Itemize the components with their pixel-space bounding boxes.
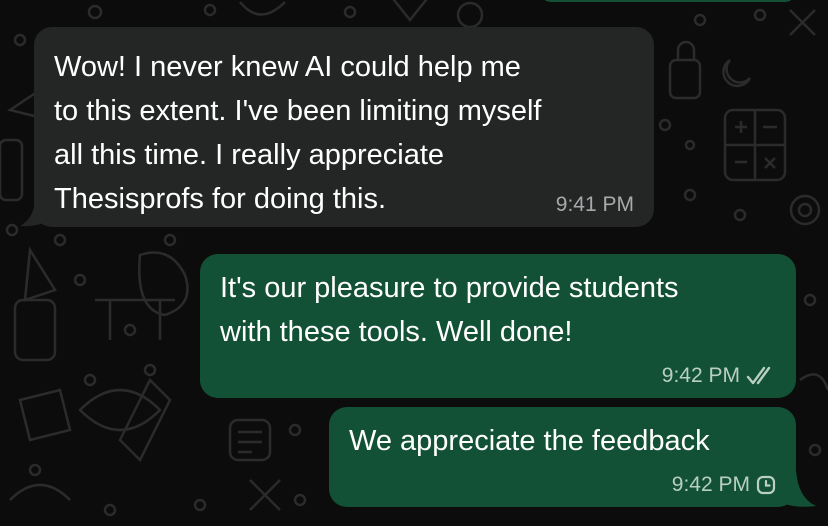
message-time: 9:42 PM [661, 364, 740, 387]
incoming-message-bubble[interactable]: Wow! I never knew AI could help me to th… [34, 27, 654, 227]
message-time: 9:41 PM [555, 193, 634, 216]
double-check-icon [746, 366, 776, 386]
previous-outgoing-bubble-edge [540, 0, 796, 2]
outgoing-message-bubble[interactable]: It's our pleasure to provide students wi… [200, 254, 796, 398]
message-meta: 9:41 PM [556, 193, 634, 217]
message-text: Wow! I never knew AI could help me to th… [54, 51, 542, 215]
message-time: 9:42 PM [671, 473, 750, 496]
message-meta: 9:42 PM [662, 364, 776, 388]
message-text: It's our pleasure to provide students wi… [220, 272, 679, 348]
message-text: We appreciate the feedback [349, 425, 710, 457]
clock-pending-icon [756, 475, 776, 495]
chat-view: Wow! I never knew AI could help me to th… [0, 0, 828, 526]
outgoing-message-bubble[interactable]: We appreciate the feedback 9:42 PM [329, 407, 796, 507]
message-meta: 9:42 PM [672, 473, 776, 497]
